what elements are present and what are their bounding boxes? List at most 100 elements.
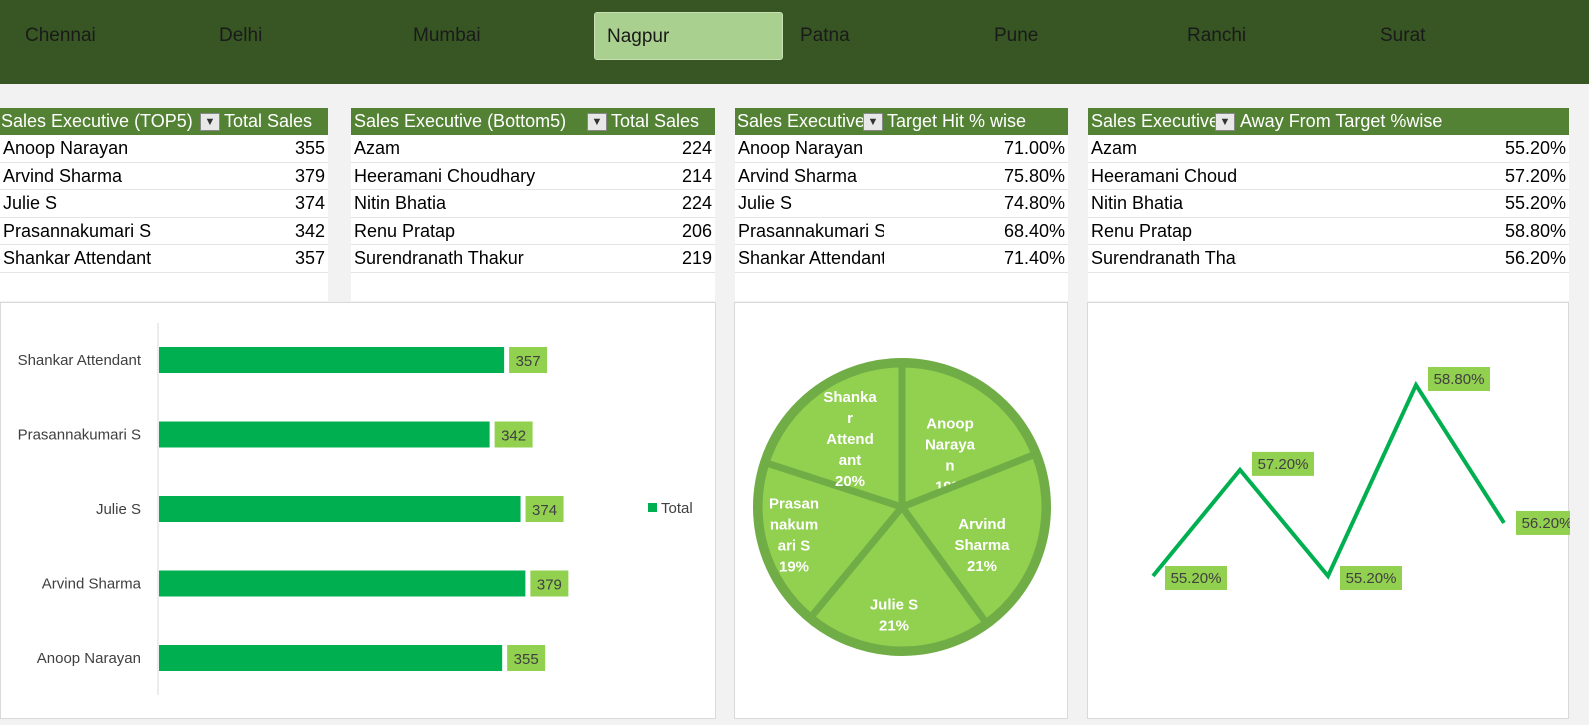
cell-value: 55.20% <box>1504 193 1566 213</box>
bar <box>159 347 505 373</box>
data-label: 56.20% <box>1522 515 1570 532</box>
table-row: Anoop Narayan 355 <box>0 135 328 163</box>
cell-value: 342 <box>294 220 325 241</box>
slicer-item-chennai[interactable]: Chennai <box>13 12 202 60</box>
cell-value: 71.40% <box>1003 248 1065 268</box>
table-row: Surendranath Thakur 56.20% <box>1088 245 1569 273</box>
category-label: Anoop Narayan <box>37 650 141 667</box>
pie-slice-label: r <box>847 410 853 427</box>
filter-icon[interactable]: ▼ <box>587 113 607 131</box>
table-row: Heeramani Choudhary 214 <box>351 163 715 190</box>
cell-name: Arvind Sharma <box>738 165 858 186</box>
filter-icon[interactable]: ▼ <box>200 113 220 131</box>
cell-value: 58.80% <box>1504 220 1566 241</box>
column-header-value: Away From Target %wise <box>1240 111 1443 131</box>
cell-name: Julie S <box>738 193 793 213</box>
table-row: Arvind Sharma 75.80% <box>735 163 1068 190</box>
data-label: 379 <box>537 577 562 594</box>
cell-name: Shankar Attendant <box>3 248 152 268</box>
table-row: Arvind Sharma 379 <box>0 163 328 190</box>
slicer-item-nagpur[interactable]: Nagpur <box>594 12 783 60</box>
pie-slice-label: Shanka <box>823 389 877 406</box>
cell-value: 57.20% <box>1504 165 1566 186</box>
pie-chart-panel: Anoop Naraya n 19% Arvind Sharma 21% Julie S 21%… <box>734 302 1068 719</box>
slicer-item-pune[interactable]: Pune <box>982 12 1171 60</box>
line-chart: 55.20% 57.20% 55.20% 58.80% 56.20% <box>1151 367 1578 590</box>
pie-slice-label: Sharma <box>954 537 1010 554</box>
cell-name: Shankar Attendant <box>738 248 884 268</box>
table-header: Sales Executive ▼ Away From Target %wise <box>1088 108 1569 135</box>
column-header-executive: Sales Executive (Bottom5) <box>354 111 567 131</box>
slicer-item-ranchi[interactable]: Ranchi <box>1175 12 1364 60</box>
cell-name: Prasannakumari S <box>3 220 152 241</box>
table-header: Sales Executive ▼ Target Hit % wise <box>735 108 1068 135</box>
column-header-value: Total Sales <box>611 111 700 131</box>
pie-slice-label: Arvind <box>958 516 1006 533</box>
table-row: Anoop Narayan 71.00% <box>735 135 1068 163</box>
column-header-executive: Sales Executive <box>1091 111 1215 131</box>
bar-chart-panel: Shankar Attendant 357 Prasannakumari S 342 J… <box>0 302 716 719</box>
pie-slice-label: nakum <box>770 517 818 534</box>
category-label: Arvind Sharma <box>42 576 142 593</box>
cell-name: Nitin Bhatia <box>1091 193 1184 213</box>
table-row: Azam 224 <box>351 135 715 163</box>
bar <box>159 645 503 671</box>
cell-name: Nitin Bhatia <box>354 193 447 213</box>
cell-value: 374 <box>294 193 325 213</box>
filter-icon[interactable]: ▼ <box>1215 113 1235 131</box>
table-row: Nitin Bhatia 55.20% <box>1088 190 1569 218</box>
bar <box>159 496 521 522</box>
table-row: Azam 55.20% <box>1088 135 1569 163</box>
pie-slice-label: n <box>945 458 954 475</box>
column-header-value: Total Sales <box>224 111 313 131</box>
cell-value: 56.20% <box>1504 248 1566 268</box>
column-header-executive: Sales Executive (TOP5) <box>1 111 193 131</box>
legend-swatch <box>648 503 657 512</box>
category-label: Prasannakumari S <box>18 427 141 444</box>
data-label: 374 <box>532 502 557 519</box>
data-label: 55.20% <box>1346 570 1397 587</box>
cell-value: 71.00% <box>1003 138 1065 158</box>
data-label: 355 <box>514 651 539 668</box>
pie-slice-label: Attend <box>826 431 874 448</box>
bar-chart: Shankar Attendant 357 Prasannakumari S 342 J… <box>18 323 693 695</box>
pie-percent-label: 21% <box>879 618 909 635</box>
cell-name: Prasannakumari S <box>738 220 884 241</box>
line-series <box>1151 380 1506 580</box>
cell-value: 214 <box>681 165 712 186</box>
slicer-item-patna[interactable]: Patna <box>788 12 977 60</box>
data-label: 357 <box>516 353 541 370</box>
cell-name: Anoop Narayan <box>738 138 864 158</box>
city-slicer: Chennai Delhi Mumbai Nagpur Patna Pune R… <box>0 0 1589 84</box>
cell-value: 224 <box>681 193 712 213</box>
cell-value: 206 <box>681 220 712 241</box>
cell-name: Surendranath Thakur <box>1091 248 1237 268</box>
table-row: Renu Pratap 206 <box>351 218 715 245</box>
cell-name: Azam <box>1091 138 1138 158</box>
filter-icon[interactable]: ▼ <box>863 113 883 131</box>
line-chart-panel: 55.20% 57.20% 55.20% 58.80% 56.20% <box>1087 302 1578 719</box>
table-row: Heeramani Choudhary 57.20% <box>1088 163 1569 190</box>
bar <box>159 570 526 597</box>
pivot-table-away-from-target: Sales Executive ▼ Away From Target %wise… <box>1088 108 1569 301</box>
cell-name: Heeramani Choudhary <box>1091 165 1237 186</box>
pie-chart: Anoop Naraya n 19% Arvind Sharma 21% Julie S 21%… <box>753 358 1051 656</box>
pie-percent-label: 20% <box>835 473 865 490</box>
cell-value: 75.80% <box>1003 165 1065 186</box>
pie-slice-label: Naraya <box>925 437 976 454</box>
cell-value: 355 <box>294 138 325 158</box>
pie-slice-label: Julie S <box>870 597 918 614</box>
slicer-item-mumbai[interactable]: Mumbai <box>401 12 590 60</box>
cell-name: Heeramani Choudhary <box>354 165 536 186</box>
pie-percent-label: 19% <box>779 559 809 576</box>
pie-slice-label: Anoop <box>926 416 973 433</box>
table-row: Shankar Attendant 357 <box>0 245 328 273</box>
pie-slice-label: ant <box>839 452 862 469</box>
slicer-item-delhi[interactable]: Delhi <box>207 12 396 60</box>
cell-value: 74.80% <box>1003 193 1065 213</box>
data-label: 58.80% <box>1434 371 1485 388</box>
cell-name: Azam <box>354 138 401 158</box>
category-label: Julie S <box>96 501 141 518</box>
table-row: Shankar Attendant 71.40% <box>735 245 1068 273</box>
slicer-item-surat[interactable]: Surat <box>1368 12 1557 60</box>
